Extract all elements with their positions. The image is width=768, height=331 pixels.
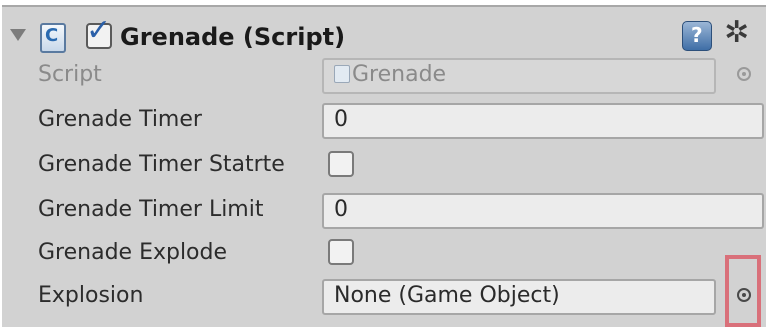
grenade-explode-row: Grenade Explode [2,236,766,276]
script-field: Grenade [322,58,716,94]
explosion-object-field[interactable]: None (Game Object) [322,279,716,315]
gear-icon[interactable]: ✲ [724,15,749,50]
script-picker-icon [737,67,751,81]
grenade-timer-label: Grenade Timer [38,107,202,132]
grenade-timer-started-label: Grenade Timer Statrte [38,152,285,177]
script-value: Grenade [352,62,447,87]
component-header: ✓ Grenade (Script) ✲ [2,7,766,65]
script-mini-icon [334,65,350,83]
grenade-timer-field[interactable]: 0 [322,103,764,139]
grenade-timer-limit-field[interactable]: 0 [322,193,764,229]
script-icon [40,23,66,53]
grenade-timer-row: Grenade Timer 0 [2,103,766,143]
checkmark-icon: ✓ [86,13,112,48]
component-title: Grenade (Script) [120,23,346,51]
foldout-arrow-icon[interactable] [10,29,26,41]
script-label: Script [38,62,102,87]
grenade-timer-started-checkbox[interactable] [328,151,354,177]
grenade-explode-checkbox[interactable] [328,239,354,265]
help-icon[interactable] [682,21,712,51]
grenade-timer-limit-label: Grenade Timer Limit [38,197,264,222]
highlight-annotation-box [725,255,761,327]
grenade-timer-started-row: Grenade Timer Statrte [2,148,766,188]
explosion-row: Explosion None (Game Object) [2,279,766,319]
explosion-label: Explosion [38,283,144,308]
script-row: Script Grenade [2,58,766,98]
component-enabled-checkbox[interactable]: ✓ [86,13,112,49]
grenade-timer-limit-row: Grenade Timer Limit 0 [2,193,766,233]
grenade-explode-label: Grenade Explode [38,240,228,265]
inspector-component-panel: ✓ Grenade (Script) ✲ Script Grenade Gren… [2,5,766,327]
